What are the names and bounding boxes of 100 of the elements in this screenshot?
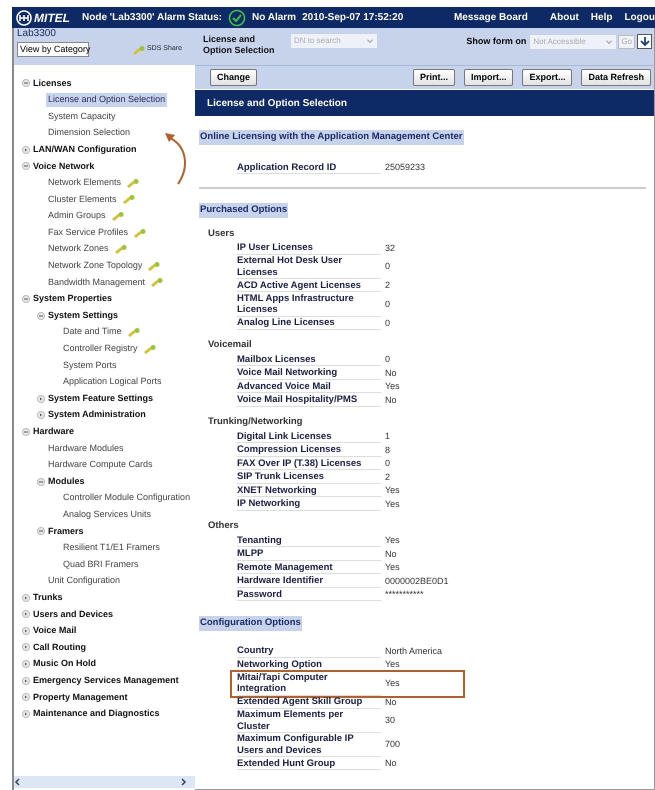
tree-item[interactable]: System Feature Settings bbox=[48, 392, 154, 406]
field-value: No bbox=[385, 366, 397, 380]
toolbar-button[interactable]: Import... bbox=[464, 69, 514, 86]
toolbar-button[interactable]: Print... bbox=[412, 69, 455, 86]
tree-item[interactable]: Hardware Modules bbox=[46, 442, 126, 456]
tree-item[interactable]: Call Routing bbox=[33, 640, 86, 654]
field-value: 0000002BE0D1 bbox=[385, 574, 449, 588]
section-heading: Configuration Options bbox=[199, 616, 302, 630]
tree-item[interactable]: Resilient T1/E1 Framers bbox=[61, 541, 162, 555]
tree-item[interactable]: License and Option Selection bbox=[46, 93, 168, 107]
expand-icon[interactable] bbox=[37, 411, 45, 420]
tree-item[interactable]: LAN/WAN Configuration bbox=[33, 142, 136, 156]
tree-item[interactable]: Hardware bbox=[33, 425, 74, 439]
tree-item[interactable]: Controller Module Configuration bbox=[61, 491, 192, 505]
tree-item[interactable]: System Settings bbox=[48, 308, 118, 322]
horizontal-scrollbar[interactable] bbox=[14, 776, 195, 788]
collapse-icon[interactable] bbox=[22, 79, 30, 88]
field-value: Yes bbox=[385, 484, 400, 497]
header-link[interactable]: Message Board bbox=[454, 10, 528, 25]
header-link[interactable]: Logou bbox=[624, 10, 655, 25]
tree-item[interactable]: Controller Registry bbox=[61, 342, 140, 356]
expand-icon[interactable] bbox=[22, 693, 30, 702]
toolbar-button[interactable]: Export... bbox=[522, 69, 572, 86]
tree-item[interactable]: Hardware Compute Cards bbox=[46, 458, 155, 472]
tree-item[interactable]: Admin Groups bbox=[46, 209, 108, 223]
field-value: 700 bbox=[385, 738, 400, 752]
section-heading: Online Licensing with the Application Management Center bbox=[199, 130, 464, 145]
field-label: Maximum Elements per Cluster bbox=[237, 709, 381, 733]
field-label: ACD Active Agent Licenses bbox=[237, 280, 381, 292]
form-name: License and Option Selection bbox=[203, 34, 276, 56]
section-heading: Purchased Options bbox=[199, 202, 288, 218]
download-button[interactable] bbox=[637, 34, 652, 49]
toolbar-button[interactable]: Change bbox=[210, 69, 258, 86]
group-label: Others bbox=[208, 520, 240, 532]
tree-item[interactable]: System Capacity bbox=[46, 110, 118, 124]
tree-item[interactable]: Quad BRI Framers bbox=[61, 558, 141, 572]
field-label: IP Networking bbox=[237, 498, 381, 510]
header-link[interactable]: About bbox=[550, 10, 579, 25]
tree-item[interactable]: System Ports bbox=[61, 358, 119, 372]
expand-icon[interactable] bbox=[22, 594, 30, 602]
expand-icon[interactable] bbox=[22, 146, 30, 154]
tree-item[interactable]: Voice Network bbox=[33, 160, 94, 174]
expand-icon[interactable] bbox=[22, 626, 30, 635]
field-label: External Hot Desk User Licenses bbox=[237, 255, 381, 279]
field-value: No bbox=[385, 757, 397, 770]
tree-item[interactable]: Maintenance and Diagnostics bbox=[33, 707, 160, 721]
expand-icon[interactable] bbox=[22, 676, 30, 685]
field-label: Analog Line Licenses bbox=[237, 317, 381, 330]
field-label: Remote Management bbox=[237, 562, 381, 574]
view-dropdown[interactable]: View by Category bbox=[17, 42, 89, 57]
tree-item[interactable]: Application Logical Ports bbox=[61, 375, 164, 389]
field-value: 25059233 bbox=[385, 161, 426, 174]
timestamp: 2010-Sep-07 17:52:20 bbox=[302, 11, 404, 25]
collapse-icon[interactable] bbox=[37, 312, 45, 320]
tree-item[interactable]: Date and Time bbox=[61, 325, 124, 339]
field-value: 0 bbox=[385, 353, 390, 366]
expand-icon[interactable] bbox=[22, 643, 30, 652]
tree-item[interactable]: Users and Devices bbox=[33, 608, 114, 622]
collapse-icon[interactable] bbox=[22, 162, 30, 170]
tree-item[interactable]: Cluster Elements bbox=[46, 192, 119, 206]
expand-icon[interactable] bbox=[22, 610, 30, 618]
field-value: 8 bbox=[385, 444, 390, 456]
field-value: 0 bbox=[385, 298, 390, 311]
collapse-icon[interactable] bbox=[22, 428, 30, 436]
field-value: 0 bbox=[385, 316, 390, 330]
tree-item[interactable]: Unit Configuration bbox=[46, 574, 122, 588]
tree-item[interactable]: Network Zones bbox=[46, 242, 111, 256]
header-link[interactable]: Help bbox=[590, 10, 612, 25]
tree-item[interactable]: Licenses bbox=[33, 76, 72, 90]
expand-icon[interactable] bbox=[22, 710, 30, 718]
group-label: Voicemail bbox=[208, 339, 253, 351]
toolbar-button[interactable]: Data Refresh bbox=[581, 69, 651, 86]
tree-item[interactable]: Analog Services Units bbox=[61, 508, 154, 522]
collapse-icon[interactable] bbox=[37, 527, 45, 536]
caret-icon bbox=[366, 38, 374, 44]
tree-item[interactable]: System Properties bbox=[33, 292, 112, 306]
scroll-left-icon bbox=[14, 778, 22, 786]
field-label: Voice Mail Networking bbox=[237, 367, 381, 380]
tree-item[interactable]: Framers bbox=[48, 524, 84, 538]
tree-item[interactable]: Property Management bbox=[33, 690, 128, 704]
collapse-icon[interactable] bbox=[37, 478, 45, 486]
tree-item[interactable]: Modules bbox=[48, 474, 85, 488]
tree-item[interactable]: Fax Service Profiles bbox=[46, 226, 130, 240]
tree-item[interactable]: Network Zone Topology bbox=[46, 259, 144, 273]
expand-icon[interactable] bbox=[37, 394, 45, 403]
tree-item[interactable]: Emergency Services Management bbox=[33, 674, 179, 688]
tree-item[interactable]: System Administration bbox=[48, 408, 146, 422]
field-value: Yes bbox=[385, 561, 400, 574]
tree-item[interactable]: Music On Hold bbox=[33, 657, 96, 671]
expand-icon[interactable] bbox=[22, 660, 30, 668]
tree-item[interactable]: Voice Mail bbox=[33, 624, 76, 638]
field-value: Yes bbox=[385, 380, 400, 393]
collapse-icon[interactable] bbox=[22, 295, 30, 304]
tree-item[interactable]: Trunks bbox=[33, 590, 63, 604]
tree-item[interactable]: Network Elements bbox=[46, 176, 124, 190]
tree-item[interactable]: Dimension Selection bbox=[46, 126, 132, 140]
tree-item[interactable]: Bandwidth Management bbox=[46, 276, 148, 290]
field-value: North America bbox=[385, 644, 442, 658]
field-label: MLPP bbox=[237, 548, 381, 560]
field-value: Yes bbox=[385, 676, 400, 690]
